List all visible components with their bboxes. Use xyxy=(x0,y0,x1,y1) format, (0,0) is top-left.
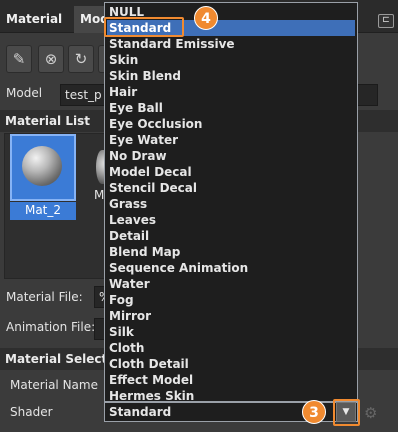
shader-option[interactable]: Grass xyxy=(107,196,355,212)
shader-option[interactable]: No Draw xyxy=(107,148,355,164)
shader-option[interactable]: Skin xyxy=(107,52,355,68)
shader-option[interactable]: Silk xyxy=(107,324,355,340)
gear-icon[interactable]: ⚙ xyxy=(364,404,377,422)
shader-option[interactable]: Water xyxy=(107,276,355,292)
callout-highlight-dropdown-button xyxy=(333,399,360,426)
refresh-icon[interactable]: ↻ xyxy=(68,45,94,73)
callout-badge-3: 3 xyxy=(302,400,326,424)
animation-file-label: Animation File: xyxy=(6,320,96,334)
shader-option[interactable]: Hair xyxy=(107,84,355,100)
callout-badge-4: 4 xyxy=(194,6,218,30)
shader-option[interactable]: Cloth xyxy=(107,340,355,356)
shader-option[interactable]: Leaves xyxy=(107,212,355,228)
shader-option[interactable]: Eye Water xyxy=(107,132,355,148)
shader-option[interactable]: Sequence Animation xyxy=(107,260,355,276)
eyedropper-icon[interactable]: ✎ xyxy=(6,45,32,73)
shader-label: Shader xyxy=(10,405,53,419)
shader-option[interactable]: Stencil Decal xyxy=(107,180,355,196)
shader-option[interactable]: Detail xyxy=(107,228,355,244)
shader-option[interactable]: Fog xyxy=(107,292,355,308)
shader-option[interactable]: Blend Map xyxy=(107,244,355,260)
callout-highlight-standard xyxy=(104,17,184,37)
shader-option[interactable]: Effect Model xyxy=(107,372,355,388)
material-thumbnail[interactable] xyxy=(10,134,76,201)
shader-option[interactable]: Eye Occlusion xyxy=(107,116,355,132)
clear-icon[interactable]: ⊗ xyxy=(38,45,64,73)
tab-material[interactable]: Material xyxy=(4,6,62,33)
model-label: Model xyxy=(6,86,43,100)
material-item-label[interactable]: M xyxy=(94,188,104,202)
shader-option[interactable]: Mirror xyxy=(107,308,355,324)
shader-dropdown-list[interactable]: NULL Standard Standard Emissive Skin Skin Bl… xyxy=(104,2,358,403)
shader-option[interactable]: Model Decal xyxy=(107,164,355,180)
shader-option[interactable]: Eye Ball xyxy=(107,100,355,116)
material-file-label: Material File: xyxy=(6,290,83,304)
material-item-label[interactable]: Mat_2 xyxy=(10,202,76,220)
shader-option[interactable]: Skin Blend xyxy=(107,68,355,84)
material-sphere-preview xyxy=(22,146,62,186)
tab-model[interactable]: Model xyxy=(74,6,108,33)
pin-icon[interactable]: ⊏ xyxy=(378,14,394,28)
material-name-label: Material Name xyxy=(10,378,98,392)
shader-option[interactable]: Standard Emissive xyxy=(107,36,355,52)
shader-option[interactable]: Cloth Detail xyxy=(107,356,355,372)
